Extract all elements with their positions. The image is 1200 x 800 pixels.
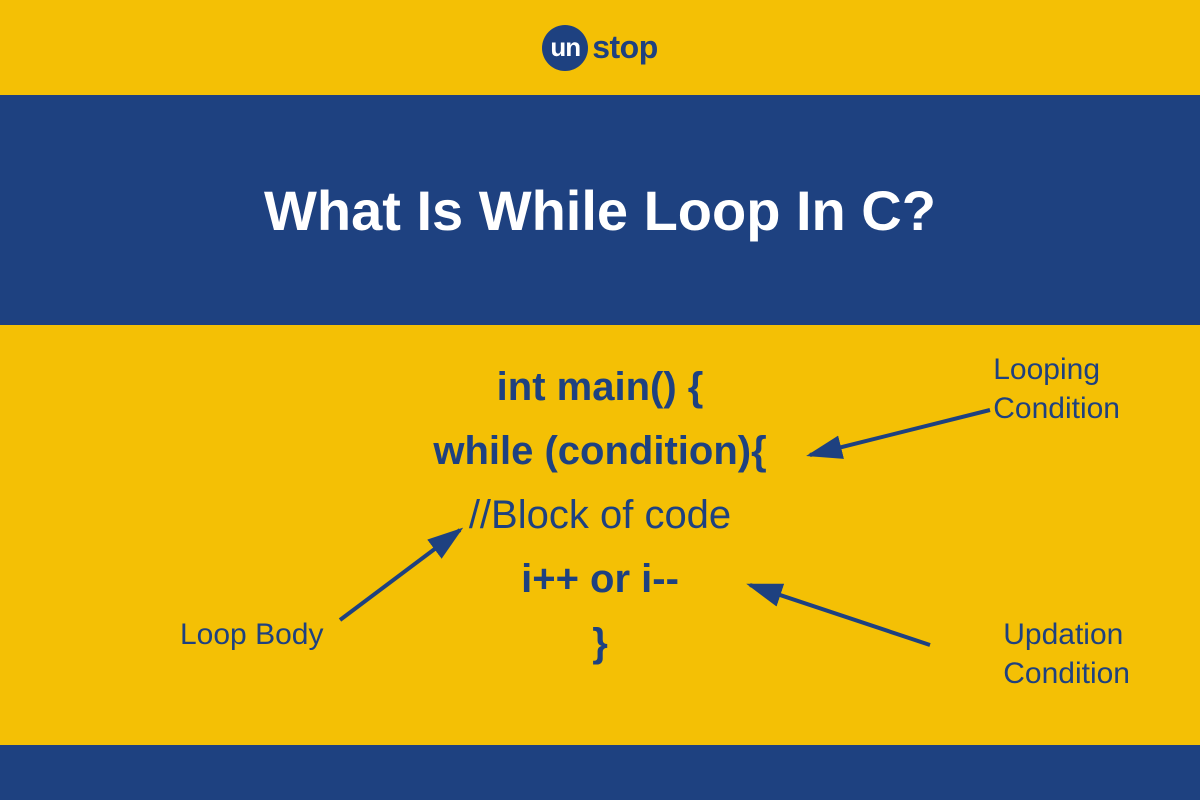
annotation-loopbody-text: Loop Body — [180, 618, 323, 651]
code-line-3: //Block of code — [0, 483, 1200, 547]
code-line-2: while (condition){ — [0, 419, 1200, 483]
logo: un stop — [542, 25, 658, 71]
title-band: What Is While Loop In C? — [0, 95, 1200, 325]
annotation-updation-l2: Condition — [1003, 657, 1130, 690]
annotation-looping-condition: Looping Condition — [993, 350, 1120, 428]
header-band: un stop — [0, 0, 1200, 95]
annotation-looping-l1: Looping — [993, 353, 1100, 386]
page-title: What Is While Loop In C? — [264, 178, 936, 243]
logo-circle: un — [542, 25, 588, 71]
annotation-looping-l2: Condition — [993, 392, 1120, 425]
logo-suffix: stop — [592, 29, 658, 66]
code-line-4: i++ or i-- — [0, 547, 1200, 611]
annotation-updation-l1: Updation — [1003, 618, 1123, 651]
annotation-updation-condition: Updation Condition — [1003, 615, 1130, 693]
annotation-loop-body: Loop Body — [180, 615, 323, 654]
footer-band — [0, 745, 1200, 800]
content-band: int main() { while (condition){ //Block … — [0, 325, 1200, 745]
